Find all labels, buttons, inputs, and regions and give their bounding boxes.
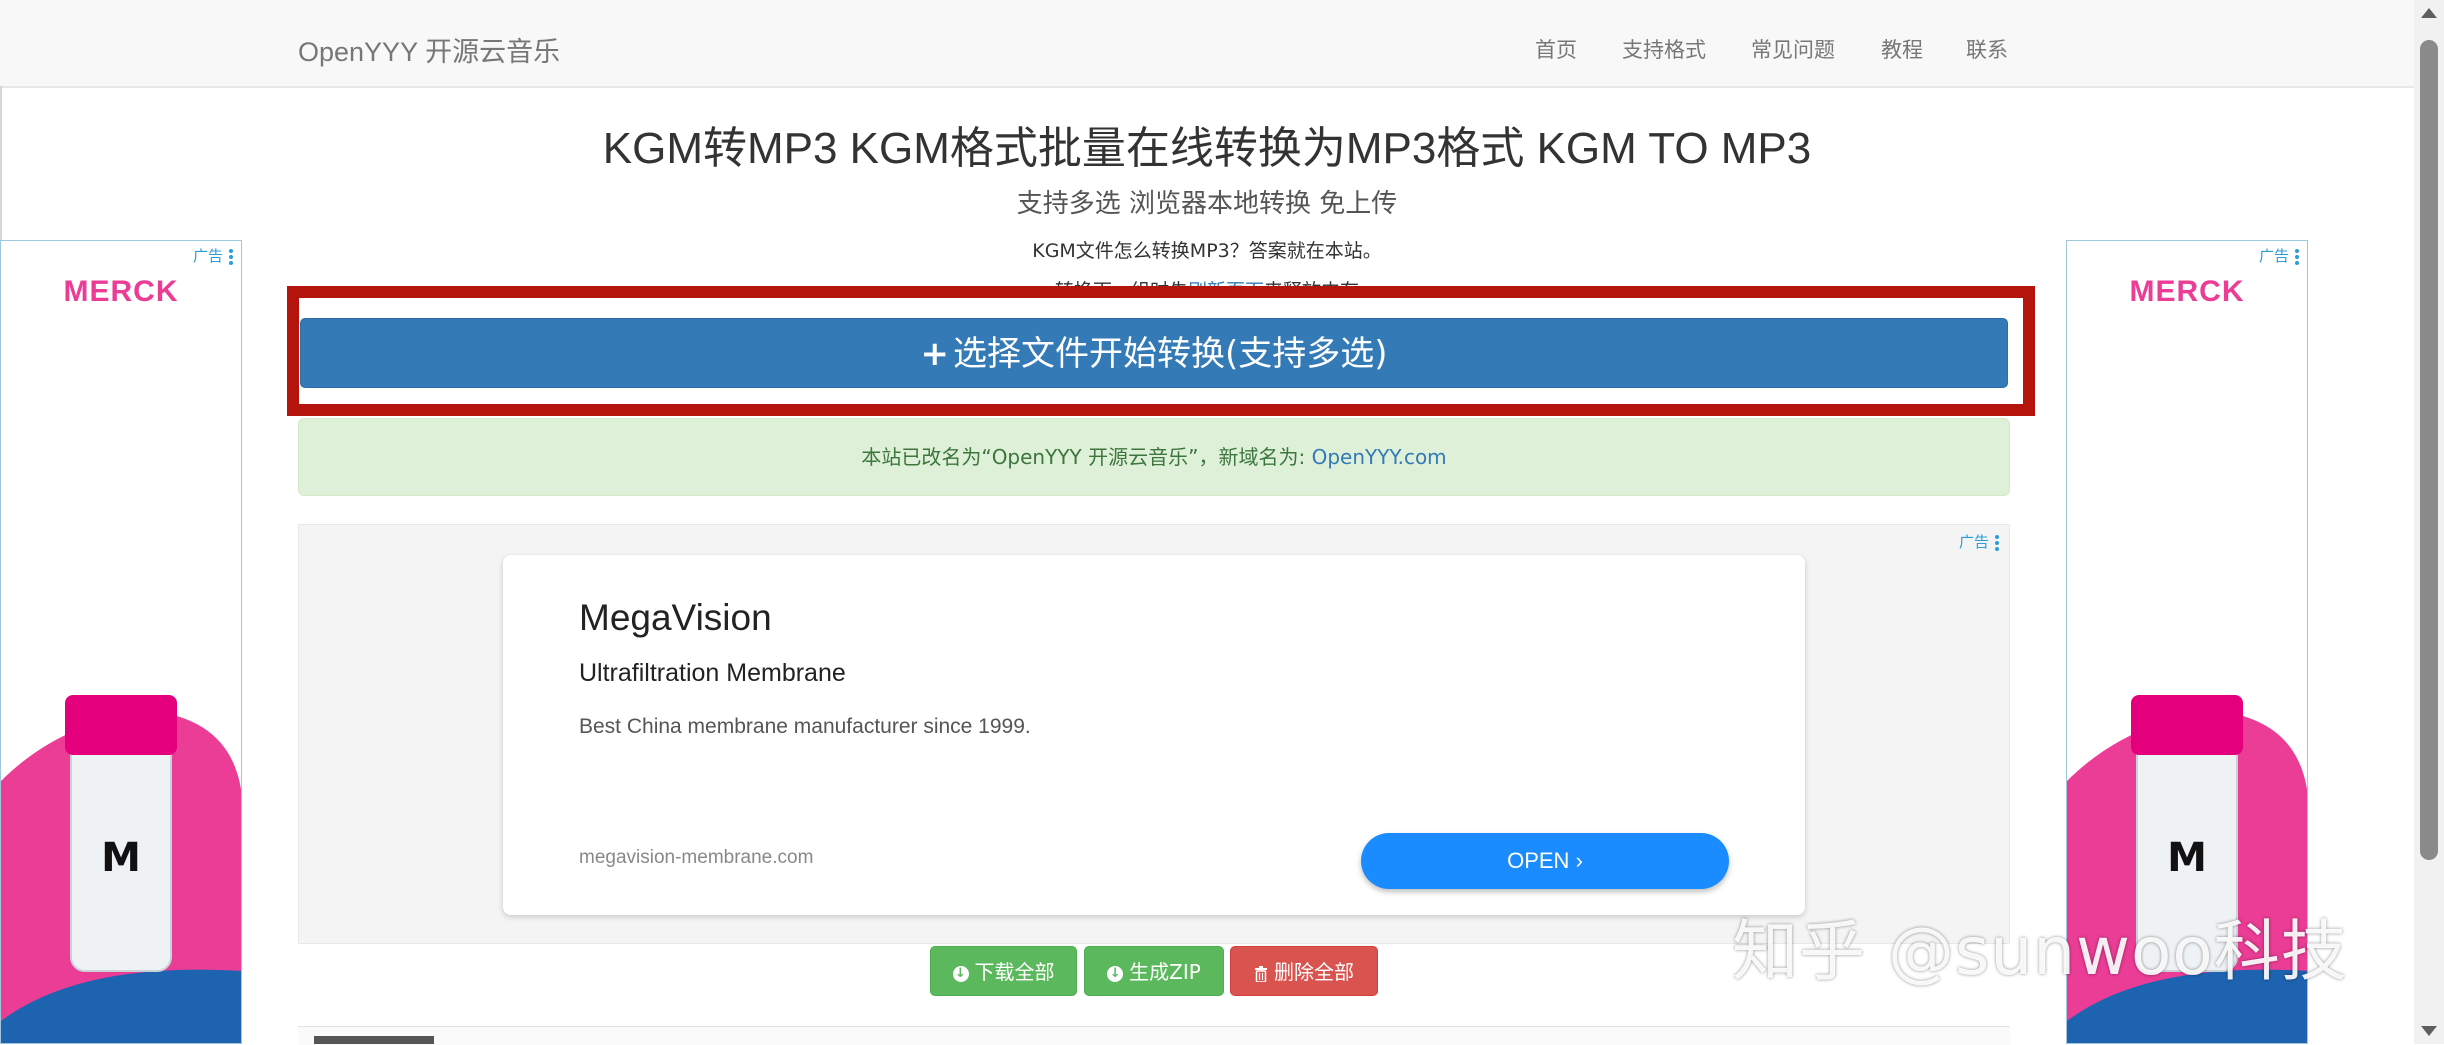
trash-icon <box>1255 965 1267 982</box>
plus-icon: + <box>920 334 949 374</box>
nav-item-formats[interactable]: 支持格式 <box>1622 34 1706 64</box>
nav-item-faq[interactable]: 常见问题 <box>1751 34 1835 64</box>
ad-open-button[interactable]: OPEN › <box>1361 833 1729 889</box>
svg-text:M: M <box>101 835 141 881</box>
ad-label[interactable]: 广告 <box>2259 245 2299 267</box>
ad-label[interactable]: 广告 <box>193 245 233 267</box>
ad-url[interactable]: megavision-membrane.com <box>579 847 813 869</box>
merck-logo: MERCK <box>63 275 179 308</box>
ad-menu-icon[interactable] <box>229 247 233 267</box>
ad-menu-icon[interactable] <box>2295 247 2299 267</box>
ad-title[interactable]: MegaVision <box>579 597 772 639</box>
scroll-down-icon[interactable] <box>2421 1026 2437 1036</box>
make-zip-button[interactable]: ↓ 生成ZIP <box>1084 946 1224 996</box>
brand-link[interactable]: OpenYYY 开源云音乐 <box>298 30 560 69</box>
vertical-scrollbar[interactable] <box>2414 0 2444 1044</box>
download-icon: ↓ <box>1107 965 1124 982</box>
select-files-label: 选择文件开始转换(支持多选) <box>952 334 1388 374</box>
scroll-up-icon[interactable] <box>2421 8 2437 18</box>
page-title: KGM转MP3 KGM格式批量在线转换为MP3格式 KGM TO MP3 <box>602 124 1812 173</box>
rename-notice-text: 本站已改名为“OpenYYY 开源云音乐”，新域名为: <box>861 445 1312 469</box>
nav-item-home[interactable]: 首页 <box>1535 34 1577 64</box>
ad-description: Best China membrane manufacturer since 1… <box>579 715 1031 738</box>
new-domain-link[interactable]: OpenYYY.com <box>1312 445 1447 469</box>
ad-menu-icon[interactable] <box>1995 533 1999 553</box>
ad-label[interactable]: 广告 <box>1959 531 1999 553</box>
center-ad[interactable]: 广告 MegaVision Ultrafiltration Membrane B… <box>298 524 2010 944</box>
scroll-thumb[interactable] <box>2420 40 2438 860</box>
ad-card[interactable]: MegaVision Ultrafiltration Membrane Best… <box>503 555 1805 915</box>
svg-text:M: M <box>2167 835 2207 881</box>
file-list-tab[interactable] <box>314 1036 434 1044</box>
nav-item-tutorial[interactable]: 教程 <box>1881 34 1923 64</box>
product-vial-image: M <box>1 695 241 1043</box>
rename-notice: 本站已改名为“OpenYYY 开源云音乐”，新域名为: OpenYYY.com <box>298 418 2010 496</box>
left-side-ad[interactable]: 广告 MERCK M <box>0 240 242 1044</box>
intro-text: KGM文件怎么转换MP3？答案就在本站。 <box>1032 240 1382 262</box>
ad-subtitle: Ultrafiltration Membrane <box>579 659 846 687</box>
chevron-right-icon: › <box>1575 848 1583 873</box>
page-subtitle: 支持多选 浏览器本地转换 免上传 <box>1016 189 1398 219</box>
file-list-panel <box>298 1026 2010 1045</box>
navbar: OpenYYY 开源云音乐 首页 支持格式 常见问题 教程 联系 <box>0 0 2414 88</box>
merck-logo: MERCK <box>2129 275 2245 308</box>
nav-item-contact[interactable]: 联系 <box>1966 34 2008 64</box>
download-icon: ↓ <box>952 965 969 982</box>
delete-all-button[interactable]: 删除全部 <box>1230 946 1378 996</box>
download-all-button[interactable]: ↓ 下载全部 <box>930 946 1077 996</box>
select-files-button[interactable]: + 选择文件开始转换(支持多选) <box>300 318 2008 388</box>
watermark: 知乎 @sunwoo科技 <box>1732 913 2348 990</box>
